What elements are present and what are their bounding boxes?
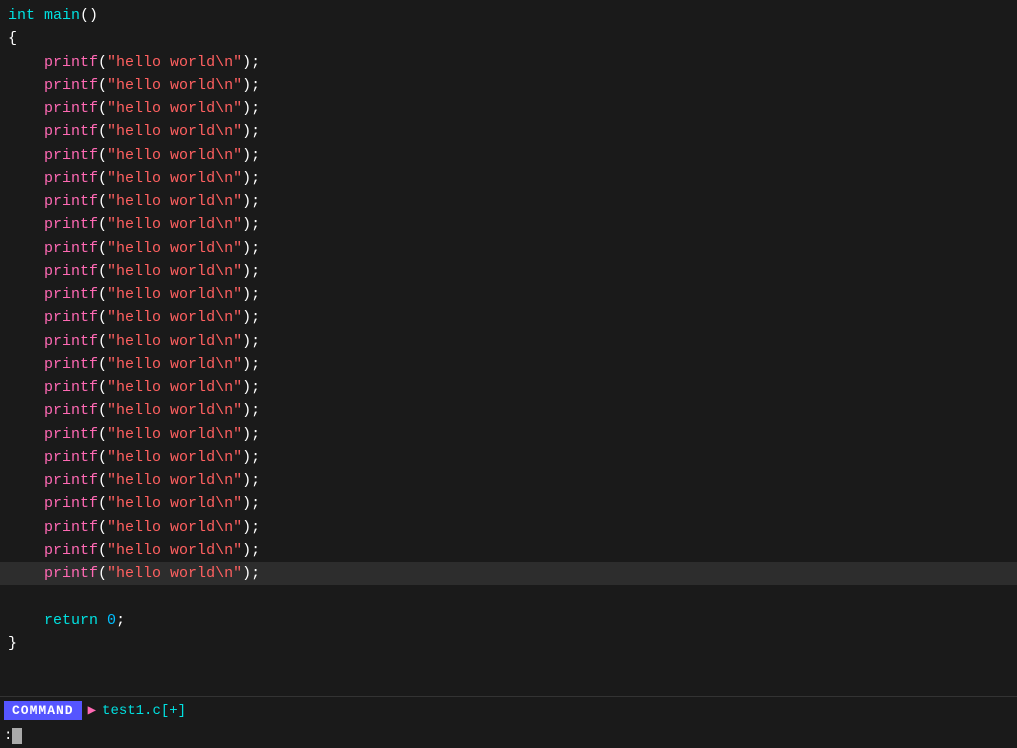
code-line: printf("hello world\n"); (0, 237, 1017, 260)
mode-badge: COMMAND (4, 701, 82, 720)
code-line: printf("hello world\n"); (0, 399, 1017, 422)
code-line: printf("hello world\n"); (0, 306, 1017, 329)
code-line: printf("hello world\n"); (0, 516, 1017, 539)
code-line: printf("hello world\n"); (0, 213, 1017, 236)
code-line: printf("hello world\n"); (0, 51, 1017, 74)
status-bar: COMMAND ▶ test1.c[+] (0, 696, 1017, 724)
code-line: printf("hello world\n"); (0, 423, 1017, 446)
code-line: printf("hello world\n"); (0, 562, 1017, 585)
code-line: printf("hello world\n"); (0, 283, 1017, 306)
code-line: printf("hello world\n"); (0, 190, 1017, 213)
cursor (12, 728, 22, 744)
code-line: printf("hello world\n"); (0, 330, 1017, 353)
code-line: printf("hello world\n"); (0, 167, 1017, 190)
code-line: int main() (0, 4, 1017, 27)
code-line: printf("hello world\n"); (0, 144, 1017, 167)
code-line: printf("hello world\n"); (0, 446, 1017, 469)
code-line: printf("hello world\n"); (0, 74, 1017, 97)
code-line: printf("hello world\n"); (0, 469, 1017, 492)
filename-label: test1.c[+] (102, 703, 186, 719)
code-line: printf("hello world\n"); (0, 120, 1017, 143)
code-editor: int main(){ printf("hello world\n"); pri… (0, 0, 1017, 696)
code-line: } (0, 632, 1017, 655)
code-line: { (0, 27, 1017, 50)
code-line (0, 585, 1017, 608)
code-line: printf("hello world\n"); (0, 376, 1017, 399)
status-arrow: ▶ (88, 702, 96, 719)
command-prompt: : (4, 728, 12, 744)
code-line: printf("hello world\n"); (0, 353, 1017, 376)
command-line[interactable]: : (0, 724, 1017, 748)
code-line: printf("hello world\n"); (0, 97, 1017, 120)
code-line: printf("hello world\n"); (0, 492, 1017, 515)
code-line: printf("hello world\n"); (0, 539, 1017, 562)
code-line: return 0; (0, 609, 1017, 632)
code-line: printf("hello world\n"); (0, 260, 1017, 283)
